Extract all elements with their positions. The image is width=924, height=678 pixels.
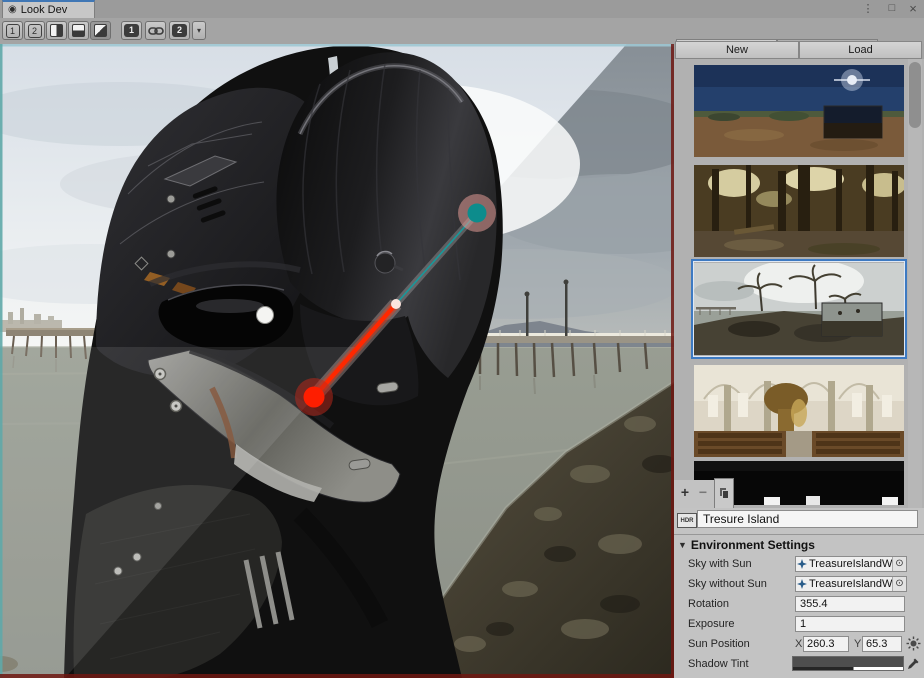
environment-settings-header[interactable]: ▼ Environment Settings: [678, 538, 815, 552]
tab-look-dev[interactable]: ◉ Look Dev: [2, 0, 95, 18]
lookdev-viewport[interactable]: [0, 44, 674, 678]
row-rotation: Rotation: [674, 595, 924, 615]
horizontal-split-icon: [72, 24, 85, 37]
single-view-2-button[interactable]: 2: [24, 21, 45, 40]
sky-with-sun-object-field[interactable]: TreasureIslandWh ⊙: [795, 556, 907, 572]
row-sky-with-sun: Sky with Sun TreasureIslandWh ⊙: [674, 555, 924, 575]
shadow-tint-label: Shadow Tint: [688, 658, 749, 670]
sun-position-label: Sun Position: [688, 638, 750, 650]
thumbnail-inset: [824, 106, 882, 138]
view1-border-left: [0, 44, 3, 678]
window-menu-icon[interactable]: ⋮: [860, 0, 876, 16]
env-list-scrollbar[interactable]: [908, 59, 922, 508]
link-icon: [148, 26, 164, 36]
view-1-icon: 1: [6, 24, 20, 38]
row-shadow-tint: Shadow Tint: [674, 655, 924, 675]
environment-settings-panel: HDR ▼ Environment Settings Sky with Sun …: [674, 508, 924, 678]
sun-x-input[interactable]: [803, 636, 849, 652]
split-gizmo-center-handle[interactable]: [391, 299, 401, 309]
sky-with-sun-label: Sky with Sun: [688, 558, 752, 570]
foldout-arrow-icon[interactable]: ▼: [678, 540, 687, 550]
maximize-icon[interactable]: □: [884, 0, 900, 16]
sun-x-label: X: [795, 638, 802, 650]
camera-2-icon: 2: [172, 24, 187, 37]
rotation-input[interactable]: [795, 596, 905, 612]
view2-border-bottom: [0, 674, 674, 678]
vertical-split-icon: [50, 24, 63, 37]
exposure-input[interactable]: [795, 616, 905, 632]
link-cameras-button[interactable]: [145, 21, 166, 40]
exposure-label: Exposure: [688, 618, 734, 630]
split-gizmo-blue-handle[interactable]: [468, 204, 487, 223]
eye-icon: ◉: [8, 5, 17, 15]
sky-without-sun-object-field[interactable]: TreasureIslandWh ⊙: [795, 576, 907, 592]
single-view-1-button[interactable]: 1: [2, 21, 23, 40]
env-thumbnail-2[interactable]: [694, 165, 904, 257]
sun-y-input[interactable]: [862, 636, 902, 652]
environment-library-list: + −: [674, 59, 924, 508]
load-button[interactable]: Load: [799, 41, 922, 59]
shadow-tint-color-field[interactable]: [792, 656, 904, 671]
duplicate-environment-button[interactable]: [714, 478, 734, 508]
close-icon[interactable]: ×: [905, 0, 921, 16]
settings-header-label: Environment Settings: [691, 538, 815, 552]
alpha-bar: [793, 667, 903, 670]
diagonal-split-icon: [94, 24, 107, 37]
camera-1-icon: 1: [124, 24, 139, 37]
sky-without-sun-value: TreasureIslandWh: [808, 578, 892, 590]
camera-2-button[interactable]: 2: [169, 21, 190, 40]
env-thumbnail-3[interactable]: [694, 263, 904, 355]
eyedropper-icon[interactable]: [906, 656, 921, 671]
side-by-side-view-button[interactable]: [46, 21, 67, 40]
split-view-button[interactable]: [68, 21, 89, 40]
sun-picker-icon[interactable]: [906, 636, 921, 651]
view-2-icon: 2: [28, 24, 42, 38]
view1-border-top: [0, 44, 674, 47]
zone-view-button[interactable]: [90, 21, 111, 40]
sun-y-label: Y: [854, 638, 861, 650]
object-picker-icon[interactable]: ⊙: [892, 577, 906, 591]
new-button[interactable]: New: [675, 41, 799, 59]
row-sun-position: Sun Position X Y: [674, 635, 924, 655]
cubemap-icon: [797, 579, 807, 589]
hdr-badge: HDR: [677, 513, 697, 528]
sky-with-sun-value: TreasureIslandWh: [808, 558, 892, 570]
thumbnail-inset: [822, 303, 882, 336]
divider: [674, 534, 924, 535]
row-sky-without-sun: Sky without Sun TreasureIslandWh ⊙: [674, 575, 924, 595]
environment-name-input[interactable]: [697, 510, 918, 528]
env-thumbnail-4[interactable]: [694, 365, 904, 457]
camera-options-dropdown[interactable]: ▾: [192, 21, 206, 40]
title-bar: ◉ Look Dev ⋮ □ ×: [0, 0, 924, 19]
window-title: Look Dev: [21, 4, 67, 16]
split-gizmo-red-handle[interactable]: [304, 387, 325, 408]
env-thumbnail-1[interactable]: [694, 65, 904, 157]
row-exposure: Exposure: [674, 615, 924, 635]
add-environment-button[interactable]: +: [676, 483, 694, 501]
duplicate-icon: [719, 487, 730, 500]
scrollbar-thumb[interactable]: [909, 62, 921, 128]
remove-environment-button[interactable]: −: [694, 483, 712, 501]
rotation-label: Rotation: [688, 598, 729, 610]
camera-1-button[interactable]: 1: [121, 21, 142, 40]
cubemap-icon: [797, 559, 807, 569]
sky-without-sun-label: Sky without Sun: [688, 578, 767, 590]
object-picker-icon[interactable]: ⊙: [892, 557, 906, 571]
